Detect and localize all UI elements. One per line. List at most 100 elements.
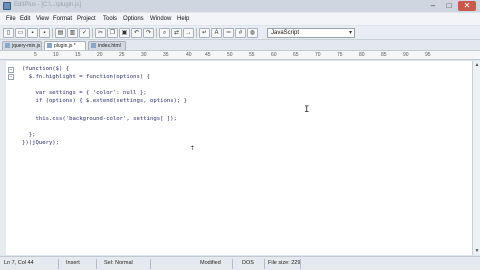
menu-format[interactable]: Format: [53, 16, 72, 22]
ruler-tick: 55: [249, 52, 255, 58]
word-wrap-icon[interactable]: ↵: [199, 28, 210, 38]
fold-toggle-icon[interactable]: −: [8, 74, 14, 80]
paste-icon[interactable]: ▣: [119, 28, 130, 38]
ruler-tick: 15: [75, 52, 81, 58]
code-line[interactable]: this.css('background-color', settings[ ]…: [22, 116, 176, 122]
ruler-tick: 5: [34, 52, 37, 58]
scroll-down-icon[interactable]: ▼: [473, 247, 480, 255]
cut-icon[interactable]: ✂: [95, 28, 106, 38]
replace-icon[interactable]: ⇄: [171, 28, 182, 38]
tab-label: jquery-min.js: [12, 43, 41, 49]
ibeam-icon: I: [304, 105, 310, 115]
line-number-icon[interactable]: #: [235, 28, 246, 38]
toolbar-divider: [156, 28, 157, 38]
tab-label: index.html: [98, 43, 121, 49]
ruler-tick: 60: [271, 52, 277, 58]
window-title: EditPlus - [C:\...\plugin.js]: [14, 2, 82, 8]
status-divider: [150, 259, 151, 269]
goto-icon[interactable]: →: [183, 28, 194, 38]
maximize-button[interactable]: □: [442, 1, 456, 11]
menu-project[interactable]: Project: [77, 16, 96, 22]
code-line[interactable]: $.fn.highlight = function(options) {: [22, 74, 150, 80]
file-icon: [91, 43, 96, 48]
selection-mode[interactable]: Sel: Normal: [104, 260, 133, 266]
copy-icon[interactable]: ❐: [107, 28, 118, 38]
syntax-dropdown[interactable]: JavaScript ▾: [267, 28, 355, 38]
ruler: 5 10 15 20 25 30 35 40 45 50 55 60 65 70…: [0, 50, 480, 60]
file-icon: [47, 43, 52, 48]
new-file-icon[interactable]: ▯: [3, 28, 14, 38]
code-line[interactable]: })(jQuery);: [22, 140, 59, 146]
ruler-toggle-icon[interactable]: ═: [223, 28, 234, 38]
spellcheck-icon[interactable]: ✓: [79, 28, 90, 38]
tab-label: plugin.js *: [54, 43, 76, 49]
toolbar-divider: [52, 28, 53, 38]
status-divider: [300, 259, 301, 269]
menu-help[interactable]: Help: [177, 16, 189, 22]
code-line[interactable]: };: [22, 132, 36, 138]
menu-tools[interactable]: Tools: [103, 16, 117, 22]
browser-icon[interactable]: ◍: [247, 28, 258, 38]
chevron-down-icon: ▾: [348, 30, 352, 36]
menu-options[interactable]: Options: [123, 16, 144, 22]
ruler-tick: 10: [53, 52, 59, 58]
cursor-position: Ln 7, Col 44: [4, 260, 34, 266]
toolbar-divider: [196, 28, 197, 38]
undo-icon[interactable]: ↶: [131, 28, 142, 38]
toolbar-divider: [92, 28, 93, 38]
save-icon[interactable]: ▪: [27, 28, 38, 38]
menu-view[interactable]: View: [36, 16, 49, 22]
fold-toggle-icon[interactable]: −: [8, 67, 14, 73]
ruler-tick: 40: [186, 52, 192, 58]
toolbar: ▯ ▭ ▪ ▪ ▤ ▥ ✓ ✂ ❐ ▣ ↶ ↷ ⌕ ⇄ → ↵ A ═ # ◍ …: [0, 26, 480, 40]
minimize-button[interactable]: –: [426, 1, 440, 11]
app-icon: [3, 2, 11, 10]
ruler-tick: 90: [403, 52, 409, 58]
tab-index[interactable]: index.html: [88, 41, 126, 50]
status-divider: [58, 259, 59, 269]
code-line[interactable]: var settings = { 'color': null };: [22, 90, 146, 96]
up-arrow-cursor-icon: ⇡: [190, 143, 195, 152]
ruler-tick: 20: [97, 52, 103, 58]
line-ending[interactable]: DOS: [242, 260, 254, 266]
insert-mode[interactable]: Insert: [66, 260, 80, 266]
redo-icon[interactable]: ↷: [143, 28, 154, 38]
ruler-tick: 85: [381, 52, 387, 58]
menu-edit[interactable]: Edit: [20, 16, 30, 22]
ruler-tick: 50: [227, 52, 233, 58]
ruler-tick: 45: [205, 52, 211, 58]
ruler-tick: 25: [119, 52, 125, 58]
tab-jquery[interactable]: jquery-min.js: [2, 41, 42, 50]
ruler-tick: 65: [293, 52, 299, 58]
status-divider: [264, 259, 265, 269]
title-bar: EditPlus - [C:\...\plugin.js] – □ ✕: [0, 0, 480, 12]
print-icon[interactable]: ▤: [55, 28, 66, 38]
find-icon[interactable]: ⌕: [159, 28, 170, 38]
menu-bar: File Edit View Format Project Tools Opti…: [0, 13, 480, 25]
file-size: File size: 229: [268, 260, 301, 266]
status-divider: [96, 259, 97, 269]
ruler-tick: 95: [425, 52, 431, 58]
menu-file[interactable]: File: [6, 16, 16, 22]
code-line[interactable]: (function($) {: [22, 66, 69, 72]
font-icon[interactable]: A: [211, 28, 222, 38]
close-button[interactable]: ✕: [458, 1, 476, 11]
menu-window[interactable]: Window: [150, 16, 171, 22]
print-preview-icon[interactable]: ▥: [67, 28, 78, 38]
status-divider: [232, 259, 233, 269]
ruler-tick: 30: [141, 52, 147, 58]
scroll-up-icon[interactable]: ▲: [473, 61, 480, 69]
open-folder-icon[interactable]: ▭: [15, 28, 26, 38]
vertical-scrollbar[interactable]: ▲ ▼: [472, 61, 480, 255]
tab-bar: jquery-min.js plugin.js * index.html: [0, 40, 480, 50]
ruler-tick: 75: [337, 52, 343, 58]
save-all-icon[interactable]: ▪: [39, 28, 50, 38]
ruler-tick: 70: [315, 52, 321, 58]
file-icon: [5, 43, 10, 48]
code-editor[interactable]: − − (function($) { $.fn.highlight = func…: [0, 61, 472, 255]
modified-status: Modified: [200, 260, 221, 266]
ruler-tick: 35: [163, 52, 169, 58]
tab-plugin[interactable]: plugin.js *: [44, 41, 86, 50]
syntax-value: JavaScript: [271, 30, 300, 36]
code-line[interactable]: if (options) { $.extend(settings, option…: [22, 98, 187, 104]
